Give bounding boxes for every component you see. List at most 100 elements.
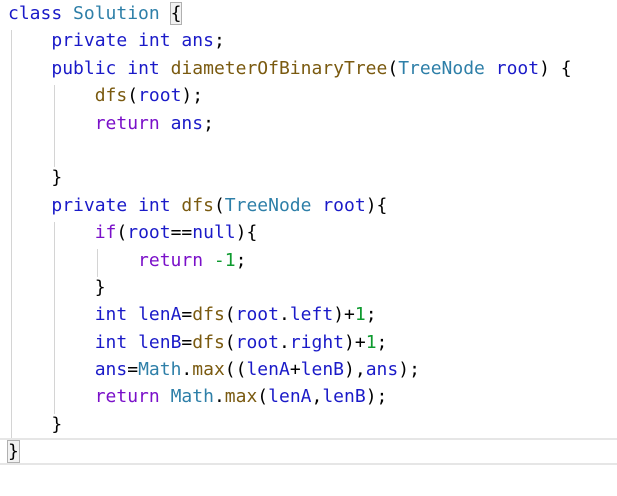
code-token: ans xyxy=(94,359,128,381)
code-token: ( xyxy=(224,304,236,326)
code-token: class xyxy=(8,3,63,24)
code-token: )+ xyxy=(344,331,366,353)
code-token: ); xyxy=(398,359,420,381)
code-token: ans xyxy=(170,112,204,134)
code-token: null xyxy=(192,222,236,244)
code-token: Math xyxy=(170,386,214,408)
code-editor[interactable]: class Solution { private int ans; public… xyxy=(0,0,617,496)
code-token: root xyxy=(322,194,366,216)
code-line: return ans; xyxy=(8,110,572,137)
code-line: } xyxy=(8,411,572,438)
code-token: return xyxy=(94,386,160,408)
code-token: dfs xyxy=(181,194,214,216)
code-token: } xyxy=(8,276,106,298)
code-token: ( xyxy=(213,194,225,216)
code-token: . xyxy=(181,359,193,381)
code-token: 1 xyxy=(365,331,377,353)
code-token: left xyxy=(289,304,334,326)
matched-brace: } xyxy=(7,440,20,464)
code-token: == xyxy=(170,222,193,244)
code-token: max xyxy=(192,359,225,381)
code-token: private xyxy=(51,194,128,216)
code-token: ); xyxy=(181,85,204,107)
code-line: return -1; xyxy=(8,247,572,274)
code-token: ( xyxy=(224,331,236,353)
code-token: ( xyxy=(257,386,269,408)
code-token: right xyxy=(289,331,345,353)
code-token: . xyxy=(213,386,225,408)
code-token: lenB xyxy=(138,331,182,353)
code-token: ; xyxy=(376,331,388,353)
code-line: public int diameterOfBinaryTree(TreeNode… xyxy=(8,55,571,82)
code-token: public xyxy=(51,57,117,79)
code-token: int xyxy=(94,331,128,353)
code-token: )+ xyxy=(333,304,355,326)
code-line: if(root==null){ xyxy=(8,219,572,246)
code-line: dfs(root); xyxy=(8,82,572,109)
code-text[interactable]: class Solution { private int ans; public… xyxy=(7,0,572,466)
code-token: if xyxy=(94,222,117,244)
code-token: } xyxy=(8,167,63,189)
code-token: root xyxy=(138,85,182,107)
code-token: ans xyxy=(365,359,399,381)
code-token: ( xyxy=(127,85,139,107)
code-token: ; xyxy=(235,249,247,271)
code-line: } xyxy=(8,274,572,301)
code-token: int xyxy=(94,304,128,326)
code-token: (( xyxy=(224,359,247,381)
code-token: 1 xyxy=(354,304,366,326)
code-line: private int dfs(TreeNode root){ xyxy=(8,192,572,219)
code-token: . xyxy=(278,331,290,353)
code-token: root xyxy=(235,304,279,326)
code-token: -1 xyxy=(213,249,236,271)
code-token: int xyxy=(138,30,171,52)
code-token: return xyxy=(138,249,204,271)
code-line: ans=Math.max((lenA+lenB),ans); xyxy=(8,356,572,383)
code-token: ){ xyxy=(365,194,388,216)
code-token: Solution xyxy=(73,3,160,24)
code-line: int lenB=dfs(root.right)+1; xyxy=(8,329,572,356)
code-token: int xyxy=(138,194,171,216)
code-token: int xyxy=(127,57,160,79)
code-token: lenA xyxy=(138,304,182,326)
matched-brace: { xyxy=(169,2,183,25)
code-token: ( xyxy=(387,57,399,79)
code-token: ){ xyxy=(235,222,258,244)
code-token: = xyxy=(181,304,193,326)
code-token: diameterOfBinaryTree xyxy=(170,57,388,79)
code-token: root xyxy=(495,57,540,79)
code-token: } xyxy=(8,413,63,435)
code-token: ; xyxy=(213,30,225,52)
code-line: } xyxy=(7,438,572,465)
code-token: , xyxy=(311,386,323,408)
code-token: dfs xyxy=(192,304,225,326)
code-token: ( xyxy=(116,222,128,244)
code-token: root xyxy=(235,331,279,353)
code-token: ); xyxy=(365,386,388,408)
code-token: return xyxy=(94,112,160,134)
code-token: ; xyxy=(203,112,214,134)
code-token: ), xyxy=(344,359,366,381)
code-token: + xyxy=(289,359,301,381)
code-line: private int ans; xyxy=(8,27,572,54)
code-token: . xyxy=(278,304,290,326)
code-token: ans xyxy=(181,30,214,52)
code-token: dfs xyxy=(94,85,128,107)
